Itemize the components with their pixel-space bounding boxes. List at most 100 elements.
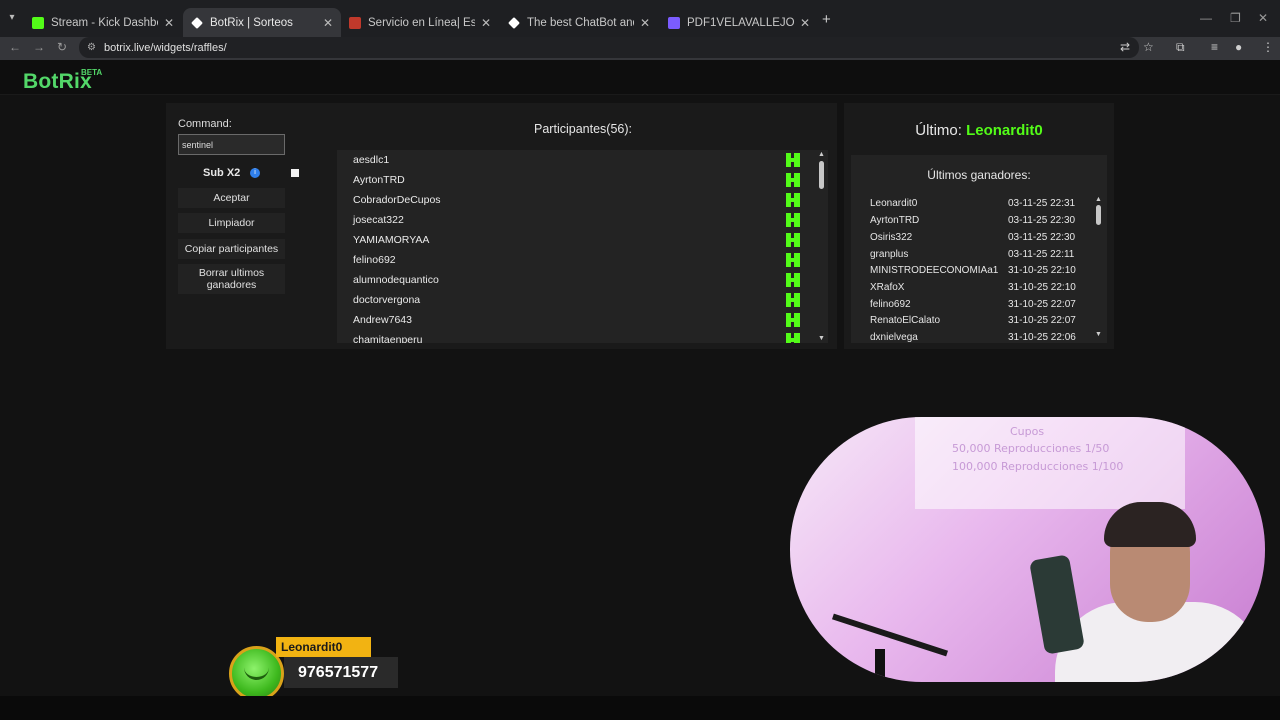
app-header <box>0 60 1280 95</box>
winner-name: dxnielvega <box>870 332 918 343</box>
participant-name: CobradorDeCupos <box>353 194 441 206</box>
kick-icon <box>786 193 800 207</box>
browser-toolbar: ← → ↻ ⚙ botrix.live/widgets/raffles/ ⇄ ☆… <box>0 37 1280 60</box>
command-input[interactable] <box>178 134 285 155</box>
tab-servicio-en-linea[interactable]: Servicio en Línea| Estado de Trá ✕ <box>341 8 499 37</box>
winner-name: Leonardit0 <box>870 198 918 209</box>
last-winner: Último: Leonardit0 <box>844 122 1114 139</box>
winner-date: 31-10-25 22:10 <box>1008 265 1076 276</box>
site-favicon-icon <box>349 16 361 29</box>
close-icon[interactable]: ✕ <box>640 16 650 30</box>
winners-list-bottom-edge <box>851 343 1107 349</box>
kick-icon <box>786 273 800 287</box>
tab-title: Stream - Kick Dashboard <box>51 16 158 29</box>
participant-name: chamitaenperu <box>353 334 423 343</box>
tab-title: Servicio en Línea| Estado de Trá <box>368 16 475 29</box>
kick-icon <box>786 173 800 187</box>
kick-icon <box>786 213 800 227</box>
winner-date: 03-11-25 22:11 <box>1008 249 1075 260</box>
participant-name: aesdlc1 <box>353 154 390 166</box>
close-icon[interactable]: ✕ <box>481 16 491 30</box>
media-icon[interactable]: ≡ <box>1211 40 1218 54</box>
kick-icon <box>786 293 800 307</box>
close-icon[interactable]: ✕ <box>323 16 333 30</box>
close-icon[interactable]: ✕ <box>800 16 810 30</box>
winner-name: AyrtonTRD <box>870 215 920 226</box>
winner-date: 03-11-25 22:30 <box>1008 215 1076 226</box>
participant-name: josecat322 <box>353 214 404 226</box>
profile-avatar-icon[interactable]: ● <box>1235 40 1242 54</box>
participant-name: YAMIAMORYAA <box>353 234 430 246</box>
pdf-favicon-icon <box>668 16 680 29</box>
copiar-participantes-button[interactable]: Copiar participantes <box>178 239 285 259</box>
kick-icon <box>786 153 800 167</box>
mic-stand <box>875 649 885 682</box>
extensions-icon[interactable]: ⧉ <box>1176 40 1185 55</box>
winner-name: Osiris322 <box>870 232 913 243</box>
browser-tab-strip: ▾ Stream - Kick Dashboard ✕ BotRix | Sor… <box>0 0 1280 37</box>
participant-name: Andrew7643 <box>353 314 412 326</box>
tab-kick-dashboard[interactable]: Stream - Kick Dashboard ✕ <box>24 8 182 37</box>
minimize-icon[interactable]: — <box>1200 11 1212 25</box>
winner-phone: 976571577 <box>284 657 398 688</box>
kick-icon <box>786 313 800 327</box>
winner-date: 31-10-25 22:07 <box>1008 299 1076 310</box>
tab-title: The best ChatBot and Widgets <box>527 16 634 29</box>
tab-search-icon[interactable]: ▾ <box>4 10 20 26</box>
winner-date: 03-11-25 22:30 <box>1008 232 1076 243</box>
window-close-icon[interactable]: ✕ <box>1258 11 1268 25</box>
info-icon[interactable]: i <box>250 168 260 178</box>
forward-icon[interactable]: → <box>33 40 45 54</box>
winner-name: granplus <box>870 249 909 260</box>
last-winner-label: Último: <box>915 122 962 139</box>
phone-in-hand <box>1029 554 1085 655</box>
kick-icon <box>786 233 800 247</box>
tab-pdf[interactable]: PDF1VELAVALLEJOSJHEXELART ✕ <box>660 8 818 37</box>
tab-botrix-sorteos[interactable]: BotRix | Sorteos ✕ <box>183 8 341 37</box>
kick-favicon-icon <box>32 16 44 29</box>
participants-list[interactable]: aesdlc1 AyrtonTRD CobradorDeCupos joseca… <box>337 150 828 343</box>
borrar-ultimos-ganadores-button[interactable]: Borrar ultimos ganadores <box>178 264 285 294</box>
kick-icon <box>786 333 800 343</box>
aceptar-button[interactable]: Aceptar <box>178 188 285 208</box>
winner-name: felino692 <box>870 299 911 310</box>
winner-date: 31-10-25 22:07 <box>1008 315 1076 326</box>
winners-scroll-up-icon[interactable]: ▲ <box>1095 196 1102 203</box>
subx2-checkbox[interactable] <box>291 169 299 177</box>
botrix-favicon-icon <box>191 16 203 29</box>
url-text[interactable]: botrix.live/widgets/raffles/ <box>104 42 227 54</box>
address-bar[interactable]: ⚙ botrix.live/widgets/raffles/ <box>79 37 1139 58</box>
participant-name: doctorvergona <box>353 294 421 306</box>
participants-scrollbar[interactable] <box>819 161 824 189</box>
webcam-feed: Cupos 50,000 Reproducciones 1/50 100,000… <box>790 417 1265 682</box>
bookmark-star-icon[interactable]: ☆ <box>1143 40 1154 54</box>
back-icon[interactable]: ← <box>9 40 21 54</box>
site-info-icon[interactable]: ⚙ <box>87 42 96 53</box>
translate-icon[interactable]: ⇄ <box>1120 40 1130 54</box>
subx2-label: Sub X2 <box>203 167 241 179</box>
winners-scrollbar[interactable] <box>1096 205 1101 225</box>
reload-icon[interactable]: ↻ <box>57 40 67 54</box>
winner-name: XRafoX <box>870 282 905 293</box>
bottom-bar <box>0 696 1280 720</box>
scroll-up-icon[interactable]: ▲ <box>818 151 825 158</box>
tab-best-chatbot[interactable]: The best ChatBot and Widgets ✕ <box>500 8 658 37</box>
whiteboard-text: 50,000 Reproducciones 1/50 <box>952 442 1110 455</box>
command-label: Command: <box>178 118 232 130</box>
limpiador-button[interactable]: Limpiador <box>178 213 285 233</box>
last-winner-name: Leonardit0 <box>966 122 1043 139</box>
more-menu-icon[interactable]: ⋮ <box>1262 40 1274 54</box>
new-tab-icon[interactable]: + <box>822 11 831 28</box>
participant-name: AyrtonTRD <box>353 174 405 186</box>
participants-title: Participantes(56): <box>534 122 632 136</box>
winner-name: RenatoElCalato <box>870 315 941 326</box>
winner-date: 03-11-25 22:31 <box>1008 198 1076 209</box>
winners-scroll-down-icon[interactable]: ▼ <box>1095 331 1102 338</box>
winner-date: 31-10-25 22:10 <box>1008 282 1076 293</box>
kick-icon <box>786 253 800 267</box>
winner-date: 31-10-25 22:06 <box>1008 332 1076 343</box>
close-icon[interactable]: ✕ <box>164 16 174 30</box>
maximize-icon[interactable]: ❐ <box>1230 11 1241 25</box>
scroll-down-icon[interactable]: ▼ <box>818 335 825 342</box>
mic-arm <box>832 613 948 657</box>
